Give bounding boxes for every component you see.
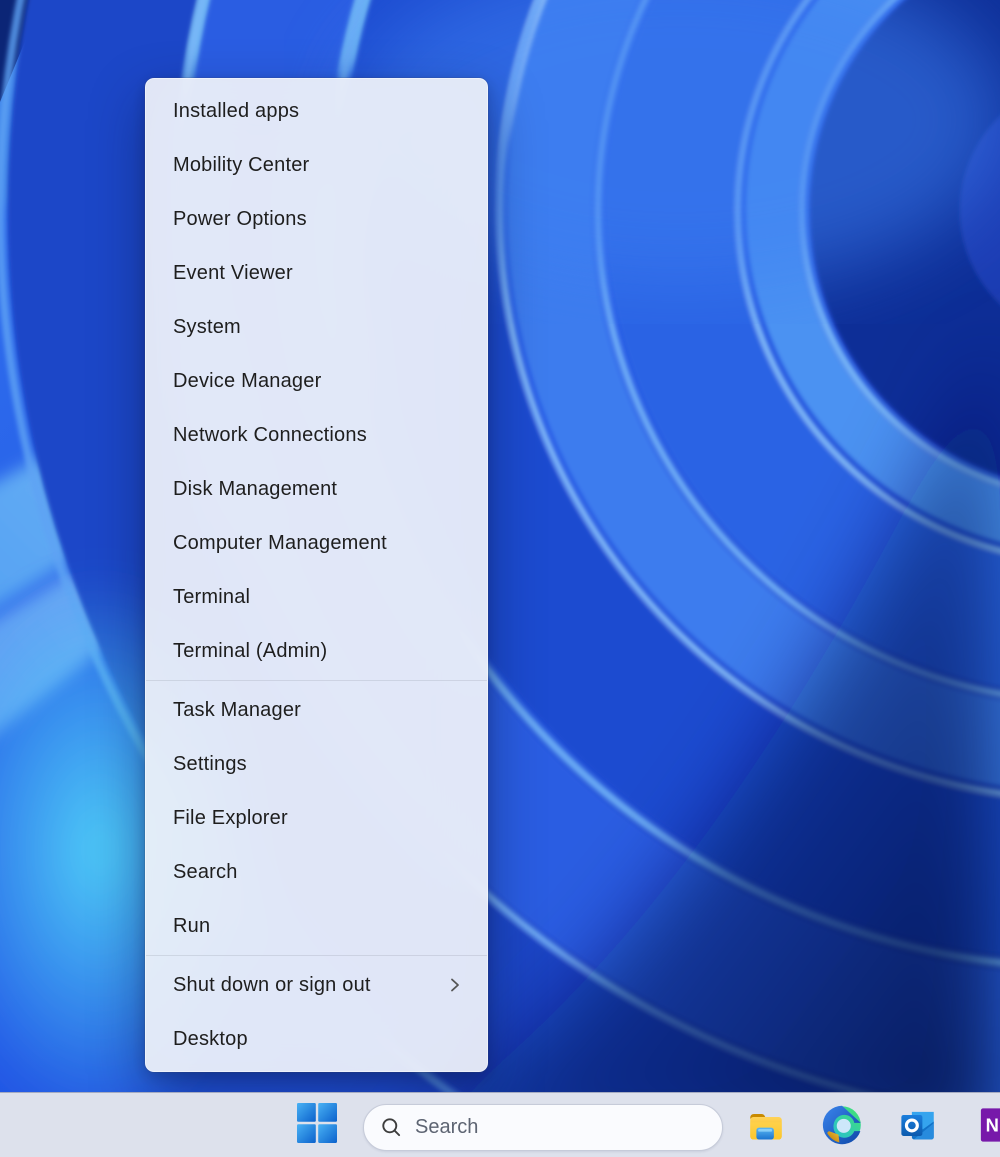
menu-item-settings[interactable]: Settings — [146, 737, 487, 791]
menu-item-label: Run — [173, 915, 210, 938]
menu-item-label: Terminal — [173, 586, 250, 609]
menu-item-terminal[interactable]: Terminal — [146, 570, 487, 624]
file-explorer-icon — [745, 1104, 787, 1146]
menu-item-task-manager[interactable]: Task Manager — [146, 683, 487, 737]
windows-logo-icon — [297, 1103, 337, 1148]
taskbar-icon-outlook[interactable] — [897, 1104, 939, 1146]
winx-menu-groups: Installed apps Mobility Center Power Optio… — [146, 84, 487, 1066]
menu-separator — [146, 680, 487, 681]
menu-item-label: System — [173, 316, 241, 339]
menu-item-label: Shut down or sign out — [173, 974, 371, 997]
menu-item-desktop[interactable]: Desktop — [146, 1012, 487, 1066]
chevron-right-icon — [449, 976, 462, 994]
taskbar-icon-file-explorer[interactable] — [745, 1104, 787, 1146]
menu-item-device-manager[interactable]: Device Manager — [146, 354, 487, 408]
menu-item-mobility-center[interactable]: Mobility Center — [146, 138, 487, 192]
taskbar-app-icons: N — [745, 1104, 1000, 1146]
menu-item-label: Task Manager — [173, 699, 301, 722]
menu-item-label: Disk Management — [173, 478, 337, 501]
menu-item-label: Desktop — [173, 1028, 248, 1051]
search-icon — [381, 1117, 402, 1138]
menu-item-network-connections[interactable]: Network Connections — [146, 408, 487, 462]
menu-item-terminal-admin[interactable]: Terminal (Admin) — [146, 624, 487, 678]
menu-item-power-options[interactable]: Power Options — [146, 192, 487, 246]
menu-item-installed-apps[interactable]: Installed apps — [146, 84, 487, 138]
menu-item-label: Device Manager — [173, 370, 321, 393]
outlook-icon — [897, 1104, 939, 1146]
menu-item-label: Power Options — [173, 208, 307, 231]
menu-item-label: Terminal (Admin) — [173, 640, 327, 663]
menu-separator — [146, 955, 487, 956]
menu-item-event-viewer[interactable]: Event Viewer — [146, 246, 487, 300]
menu-item-label: Computer Management — [173, 532, 387, 555]
menu-item-computer-management[interactable]: Computer Management — [146, 516, 487, 570]
taskbar-search[interactable] — [363, 1104, 723, 1151]
menu-item-label: Search — [173, 861, 238, 884]
onenote-icon: N — [973, 1104, 1000, 1146]
menu-item-file-explorer[interactable]: File Explorer — [146, 791, 487, 845]
taskbar-icon-onenote[interactable]: N — [973, 1104, 1000, 1146]
edge-icon — [821, 1104, 863, 1146]
menu-item-run[interactable]: Run — [146, 899, 487, 953]
menu-item-label: Network Connections — [173, 424, 367, 447]
menu-item-shut-down-or-sign-out[interactable]: Shut down or sign out — [146, 958, 487, 1012]
taskbar-icon-edge[interactable] — [821, 1104, 863, 1146]
search-input[interactable] — [415, 1116, 706, 1139]
svg-text:N: N — [986, 1115, 999, 1136]
winx-menu: Installed apps Mobility Center Power Optio… — [145, 78, 488, 1072]
menu-item-system[interactable]: System — [146, 300, 487, 354]
menu-item-search[interactable]: Search — [146, 845, 487, 899]
menu-item-disk-management[interactable]: Disk Management — [146, 462, 487, 516]
menu-item-label: Installed apps — [173, 100, 299, 123]
taskbar: N — [0, 1092, 1000, 1157]
menu-item-label: File Explorer — [173, 807, 288, 830]
start-button[interactable] — [296, 1104, 338, 1146]
menu-item-label: Settings — [173, 753, 247, 776]
menu-item-label: Event Viewer — [173, 262, 293, 285]
menu-item-label: Mobility Center — [173, 154, 309, 177]
